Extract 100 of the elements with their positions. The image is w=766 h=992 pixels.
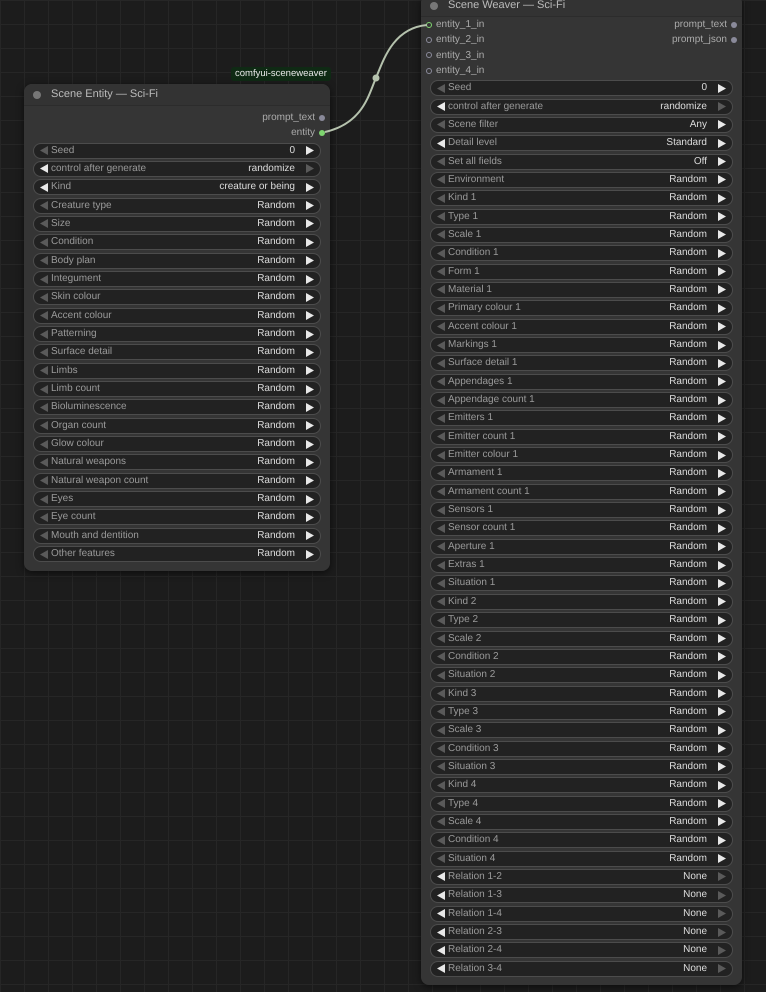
combo-widget[interactable]: Extras 1 Random	[430, 557, 733, 574]
right-arrow-icon[interactable]	[718, 432, 726, 442]
combo-widget[interactable]: Armament count 1 Random	[430, 484, 733, 500]
combo-widget[interactable]: Body plan Random	[33, 252, 321, 269]
combo-widget[interactable]: Type 2 Random	[430, 612, 733, 628]
right-arrow-icon[interactable]	[718, 744, 726, 754]
right-arrow-icon[interactable]	[718, 762, 726, 772]
combo-widget[interactable]: Scene filter Any	[430, 116, 733, 133]
combo-widget[interactable]: Natural weapon count Random	[33, 472, 321, 489]
right-arrow-icon[interactable]	[306, 311, 314, 320]
right-arrow-icon[interactable]	[718, 358, 726, 368]
combo-widget[interactable]: Surface detail 1 Random	[430, 355, 733, 372]
combo-widget[interactable]: Relation 1-4 None	[430, 906, 733, 922]
right-arrow-icon[interactable]	[306, 238, 314, 247]
combo-widget[interactable]: Accent colour 1 Random	[430, 318, 733, 335]
combo-widget[interactable]: Condition 1 Random	[430, 245, 733, 262]
right-arrow-icon[interactable]	[306, 384, 314, 394]
combo-widget[interactable]: Kind creature or being	[33, 179, 321, 196]
combo-widget[interactable]: Type 3 Random	[430, 704, 733, 720]
right-arrow-icon[interactable]	[306, 348, 314, 357]
combo-widget[interactable]: Eyes Random	[33, 491, 321, 508]
right-arrow-icon[interactable]	[306, 458, 314, 467]
right-arrow-icon[interactable]	[718, 780, 726, 790]
combo-widget[interactable]: Relation 1-2 None	[430, 868, 733, 885]
combo-widget[interactable]: Bioluminescence Random	[33, 399, 321, 416]
combo-widget[interactable]: Limbs Random	[33, 362, 321, 379]
combo-widget[interactable]: Eye count Random	[33, 509, 321, 526]
right-arrow-icon[interactable]	[718, 689, 726, 698]
combo-widget[interactable]: Size Random	[33, 216, 321, 232]
combo-widget[interactable]: Sensors 1 Random	[430, 502, 733, 518]
combo-widget[interactable]: Scale 4 Random	[430, 814, 733, 830]
right-arrow-icon[interactable]	[718, 340, 726, 350]
right-arrow-icon[interactable]	[718, 414, 726, 423]
right-arrow-icon[interactable]	[718, 542, 726, 552]
right-arrow-icon[interactable]	[718, 634, 726, 643]
right-arrow-icon[interactable]	[306, 512, 314, 522]
combo-widget[interactable]: control after generate randomize	[430, 98, 733, 115]
combo-widget[interactable]: Scale 1 Random	[430, 226, 733, 243]
combo-widget[interactable]: Creature type Random	[33, 198, 321, 214]
combo-widget[interactable]: Material 1 Random	[430, 282, 733, 298]
right-arrow-icon[interactable]	[306, 274, 314, 284]
left-arrow-icon[interactable]	[437, 946, 445, 955]
right-arrow-icon[interactable]	[718, 506, 726, 515]
right-arrow-icon[interactable]	[718, 267, 726, 276]
combo-widget[interactable]: Form 1 Random	[430, 264, 733, 280]
combo-widget[interactable]: Type 1 Random	[430, 208, 733, 225]
left-arrow-icon[interactable]	[437, 890, 445, 900]
combo-widget[interactable]: Condition 2 Random	[430, 648, 733, 665]
combo-widget[interactable]: Natural weapons Random	[33, 454, 321, 470]
right-arrow-icon[interactable]	[718, 194, 726, 203]
combo-widget[interactable]: Emitter colour 1 Random	[430, 447, 733, 464]
combo-widget[interactable]: Situation 1 Random	[430, 575, 733, 592]
left-arrow-icon[interactable]	[437, 928, 445, 936]
combo-widget[interactable]: Seed 0	[430, 80, 733, 96]
right-arrow-icon[interactable]	[306, 146, 314, 156]
right-arrow-icon[interactable]	[718, 487, 726, 496]
combo-widget[interactable]: Relation 3-4 None	[430, 960, 733, 977]
combo-widget[interactable]: Scale 2 Random	[430, 630, 733, 646]
right-arrow-icon[interactable]	[718, 616, 726, 625]
combo-widget[interactable]: Aperture 1 Random	[430, 538, 733, 555]
right-arrow-icon[interactable]	[718, 854, 726, 864]
right-arrow-icon[interactable]	[306, 201, 314, 210]
combo-widget[interactable]: Type 4 Random	[430, 796, 733, 812]
right-arrow-icon[interactable]	[718, 726, 726, 735]
combo-widget[interactable]: Detail level Standard	[430, 135, 733, 152]
right-arrow-icon[interactable]	[306, 494, 314, 504]
combo-widget[interactable]: Situation 4 Random	[430, 850, 733, 867]
combo-widget[interactable]: Relation 1-3 None	[430, 887, 733, 904]
combo-widget[interactable]: Seed 0	[33, 142, 321, 159]
combo-widget[interactable]: Glow colour Random	[33, 436, 321, 452]
right-arrow-icon[interactable]	[718, 138, 726, 148]
right-arrow-icon[interactable]	[306, 256, 314, 266]
left-arrow-icon[interactable]	[437, 138, 445, 148]
combo-widget[interactable]: Emitters 1 Random	[430, 410, 733, 426]
left-arrow-icon[interactable]	[437, 872, 445, 882]
right-arrow-icon[interactable]	[718, 396, 726, 405]
combo-widget[interactable]: Limb count Random	[33, 381, 321, 398]
combo-widget[interactable]: Integument Random	[33, 271, 321, 287]
left-arrow-icon[interactable]	[437, 964, 445, 974]
combo-widget[interactable]: Appendage count 1 Random	[430, 392, 733, 408]
right-arrow-icon[interactable]	[718, 652, 726, 662]
combo-widget[interactable]: Situation 2 Random	[430, 667, 733, 684]
right-arrow-icon[interactable]	[306, 330, 314, 339]
right-arrow-icon[interactable]	[306, 440, 314, 449]
combo-widget[interactable]: Accent colour Random	[33, 308, 321, 324]
right-arrow-icon[interactable]	[718, 450, 726, 460]
combo-widget[interactable]: Kind 4 Random	[430, 777, 733, 794]
right-arrow-icon[interactable]	[718, 524, 726, 533]
combo-widget[interactable]: Emitter count 1 Random	[430, 428, 733, 445]
right-arrow-icon[interactable]	[306, 421, 314, 430]
combo-widget[interactable]: Mouth and dentition Random	[33, 528, 321, 544]
combo-widget[interactable]: Condition Random	[33, 234, 321, 250]
right-arrow-icon[interactable]	[306, 531, 314, 540]
combo-widget[interactable]: Skin colour Random	[33, 289, 321, 306]
right-arrow-icon[interactable]	[306, 402, 314, 412]
combo-widget[interactable]: Condition 4 Random	[430, 832, 733, 848]
right-arrow-icon[interactable]	[306, 366, 314, 376]
combo-widget[interactable]: Relation 2-3 None	[430, 924, 733, 940]
combo-widget[interactable]: Organ count Random	[33, 418, 321, 434]
combo-widget[interactable]: Kind 1 Random	[430, 190, 733, 206]
